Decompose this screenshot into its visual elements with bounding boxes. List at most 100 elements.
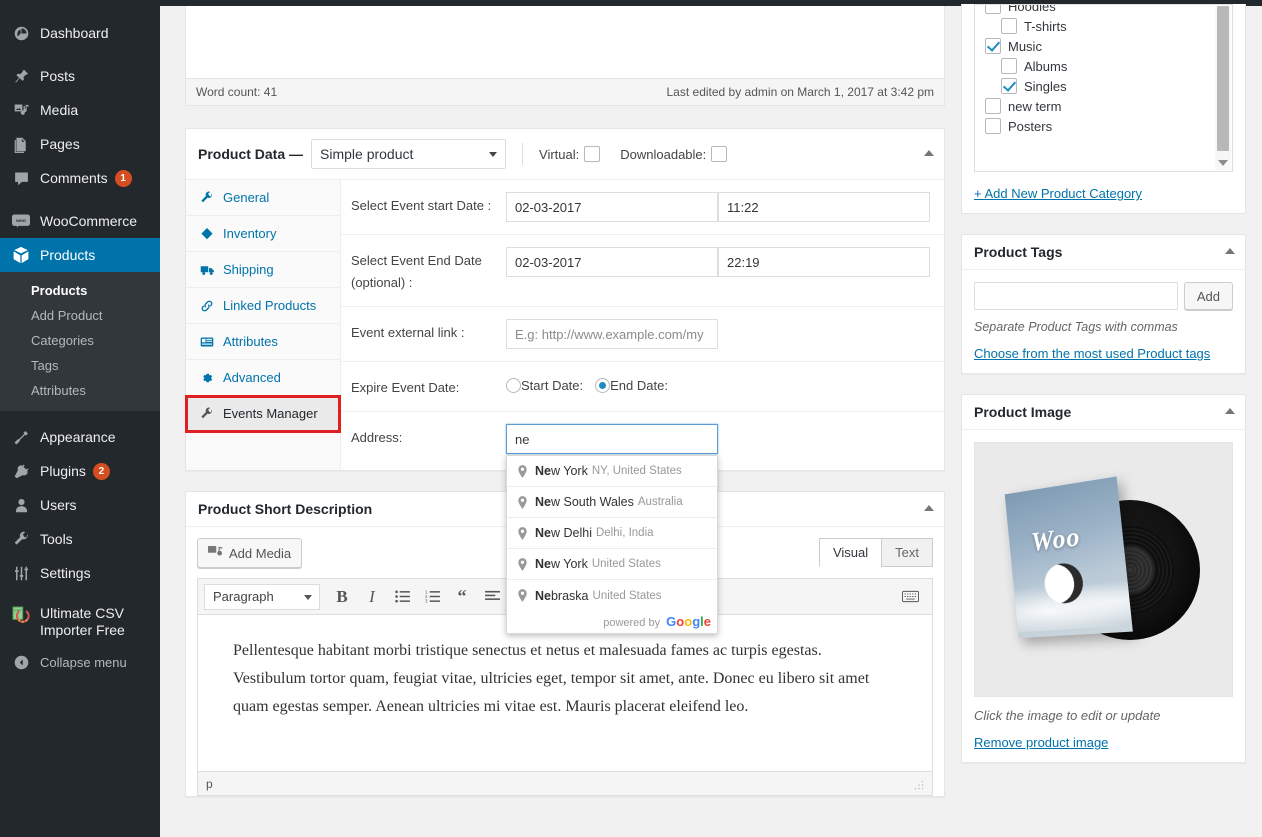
product-tag-input[interactable] [974, 282, 1178, 310]
expire-event-label: Expire Event Date: [351, 380, 460, 395]
category-item-posters[interactable]: Posters [975, 116, 1232, 136]
category-checkbox[interactable] [985, 38, 1001, 54]
italic-button[interactable]: I [358, 584, 386, 610]
sidebar-item-label: Ultimate CSV Importer Free [40, 605, 125, 638]
field-row-end-date: Select Event End Date (optional) : [341, 235, 944, 307]
svg-text:3: 3 [425, 598, 428, 603]
sidebar-item-pages[interactable]: Pages [0, 127, 160, 161]
add-media-label: Add Media [229, 545, 292, 561]
panel-toggle-icon[interactable] [924, 150, 934, 156]
category-checkbox[interactable] [985, 118, 1001, 134]
product-type-select[interactable]: Simple product [311, 139, 507, 169]
sidebar-item-tools[interactable]: Tools [0, 522, 160, 556]
tab-visual[interactable]: Visual [818, 538, 883, 567]
sidebar-item-comments[interactable]: Comments 1 [0, 161, 160, 195]
sidebar-item-appearance[interactable]: Appearance [0, 420, 160, 454]
sidebar-item-plugins[interactable]: Plugins 2 [0, 454, 160, 488]
radio-start-date[interactable] [506, 378, 521, 393]
sidebar-item-label: Comments [40, 170, 108, 186]
collapse-icon [11, 652, 31, 672]
radio-end-date[interactable] [595, 378, 611, 393]
address-input[interactable] [506, 424, 718, 454]
sidebar-item-products[interactable]: Products [0, 238, 168, 272]
category-checkbox[interactable] [1001, 18, 1017, 34]
category-item-singles[interactable]: Singles [975, 76, 1232, 96]
main-column: Word count: 41 Last edited by admin on M… [185, 6, 945, 817]
sidebar-item-label: Appearance [40, 429, 116, 445]
autocomplete-suggestion[interactable]: Nebraska United States [507, 580, 717, 611]
tab-inventory[interactable]: Inventory [186, 216, 340, 252]
scroll-down-icon[interactable] [1218, 160, 1228, 166]
submenu-item-categories[interactable]: Categories [0, 328, 160, 353]
sidebar-item-woocommerce[interactable]: woo WooCommerce [0, 204, 160, 238]
tab-label: Events Manager [223, 406, 318, 421]
panel-toggle-icon[interactable] [1225, 248, 1235, 254]
add-new-product-category-link[interactable]: + Add New Product Category [974, 186, 1142, 201]
start-time-input[interactable] [718, 192, 930, 222]
category-item-albums[interactable]: Albums [975, 56, 1232, 76]
field-row-expire-event: Expire Event Date: Start Date: End Date: [341, 362, 944, 412]
tab-shipping[interactable]: Shipping [186, 252, 340, 288]
sidebar-item-settings[interactable]: Settings [0, 556, 160, 590]
blockquote-button[interactable]: “ [448, 584, 476, 610]
keyboard-shortcuts-button[interactable] [896, 584, 924, 610]
external-link-input[interactable] [506, 319, 718, 349]
short-description-editor-content[interactable]: Pellentesque habitant morbi tristique se… [197, 614, 933, 772]
end-time-input[interactable] [718, 247, 930, 277]
submenu-item-attributes[interactable]: Attributes [0, 378, 160, 403]
category-item-music[interactable]: Music [975, 36, 1232, 56]
tab-advanced[interactable]: Advanced [186, 360, 340, 396]
submenu-item-products[interactable]: Products [0, 278, 160, 303]
sidebar-item-users[interactable]: Users [0, 488, 160, 522]
numbered-list-button[interactable]: 123 [418, 584, 446, 610]
submenu-item-add-product[interactable]: Add Product [0, 303, 160, 328]
description-editor-area[interactable] [186, 6, 944, 78]
category-item-tshirts[interactable]: T-shirts [975, 16, 1232, 36]
category-checkbox[interactable] [985, 98, 1001, 114]
add-tag-button[interactable]: Add [1183, 282, 1233, 310]
tab-events-manager[interactable]: Events Manager [185, 395, 341, 433]
sidebar-item-posts[interactable]: Posts [0, 59, 160, 93]
add-media-button[interactable]: Add Media [197, 538, 303, 568]
panel-toggle-icon[interactable] [924, 505, 934, 511]
autocomplete-suggestion[interactable]: New York NY, United States [507, 456, 717, 487]
radio-start-date-label: Start Date: [521, 378, 584, 393]
tab-linked-products[interactable]: Linked Products [186, 288, 340, 324]
downloadable-checkbox[interactable] [711, 146, 728, 162]
start-date-input[interactable] [506, 192, 718, 222]
map-pin-icon [515, 526, 530, 540]
resize-handle[interactable] [914, 779, 924, 789]
tab-general[interactable]: General [186, 180, 340, 216]
choose-most-used-tags-link[interactable]: Choose from the most used Product tags [974, 346, 1210, 361]
product-image-thumbnail[interactable]: Woo [974, 442, 1233, 697]
sidebar-item-media[interactable]: Media [0, 93, 160, 127]
scrollbar-thumb[interactable] [1217, 6, 1229, 151]
align-left-button[interactable] [478, 584, 506, 610]
tab-text[interactable]: Text [881, 538, 933, 567]
autocomplete-suggestion[interactable]: New South Wales Australia [507, 487, 717, 518]
submenu-item-tags[interactable]: Tags [0, 353, 160, 378]
paragraph-format-select[interactable]: Paragraph [204, 583, 320, 610]
downloadable-label: Downloadable: [620, 146, 707, 162]
sidebar-item-label: Users [40, 497, 77, 513]
category-checkbox[interactable] [1001, 58, 1017, 74]
suggestion-sub: Delhi, India [595, 527, 654, 539]
tab-attributes[interactable]: Attributes [186, 324, 340, 360]
end-date-input[interactable] [506, 247, 718, 277]
autocomplete-suggestion[interactable]: New Delhi Delhi, India [507, 518, 717, 549]
virtual-checkbox[interactable] [584, 146, 601, 162]
bold-button[interactable]: B [328, 584, 356, 610]
category-list-scrollbar[interactable] [1215, 6, 1231, 170]
remove-product-image-link[interactable]: Remove product image [974, 735, 1108, 750]
menu-separator [0, 590, 160, 599]
category-item-hoodies[interactable]: Hoodies [975, 5, 1232, 16]
sidebar-item-csv-importer[interactable]: CSV Ultimate CSV Importer Free [0, 599, 160, 645]
bullet-list-button[interactable] [388, 584, 416, 610]
category-checkbox[interactable] [1001, 78, 1017, 94]
category-item-new-term[interactable]: new term [975, 96, 1232, 116]
panel-toggle-icon[interactable] [1225, 408, 1235, 414]
autocomplete-suggestion[interactable]: New York United States [507, 549, 717, 580]
category-checkbox[interactable] [985, 5, 1001, 14]
sidebar-item-collapse-menu[interactable]: Collapse menu [0, 645, 160, 679]
sidebar-item-dashboard[interactable]: Dashboard [0, 16, 160, 50]
